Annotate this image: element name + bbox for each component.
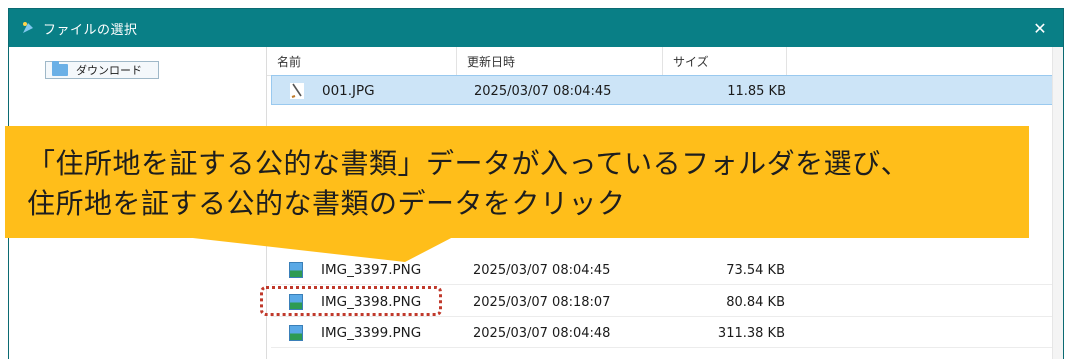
callout-pointer <box>175 236 455 262</box>
